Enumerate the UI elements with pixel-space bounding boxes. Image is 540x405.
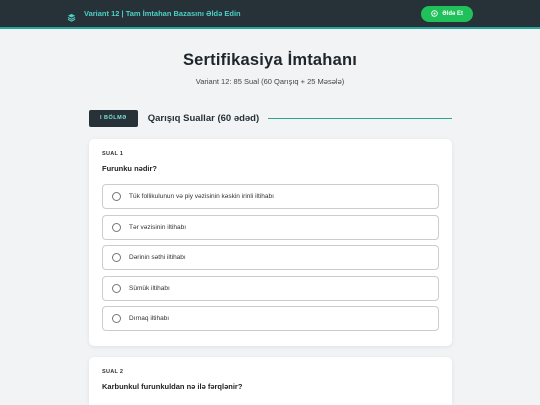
- question-number: SUAL 1: [102, 151, 124, 157]
- page-subtitle: Variant 12: 85 Sual (60 Qarışıq + 25 Məs…: [195, 77, 345, 86]
- question-number: SUAL 2: [102, 369, 124, 375]
- whatsapp-icon: [431, 10, 439, 17]
- get-access-label: Əldə Et: [442, 10, 463, 17]
- radio-button[interactable]: [112, 222, 121, 232]
- section-divider: [268, 117, 452, 119]
- section-title: Qarışıq Suallar (60 ədəd): [147, 112, 260, 124]
- option-label: Dırnaq iltihabı: [129, 315, 170, 322]
- answer-options: Tük follikulunun və piy vəzisinin kəskin…: [102, 184, 439, 331]
- answer-option[interactable]: Tər vəzisinin iltihabı: [102, 214, 439, 240]
- question-text: Furunku nədir?: [102, 164, 157, 173]
- answer-option[interactable]: Dərinin səthi iltihabı: [102, 245, 439, 270]
- answer-option[interactable]: Dırnaq iltihabı: [102, 306, 439, 331]
- option-label: Tər vəzisinin iltihabı: [129, 223, 187, 231]
- radio-button[interactable]: [112, 253, 121, 262]
- question-card: SUAL 1 Furunku nədir? Tük follikulunun v…: [89, 139, 452, 346]
- radio-button[interactable]: [112, 283, 121, 293]
- brand: Variant 12 | Tam İmtahan Bazasını Əldə E…: [67, 9, 241, 22]
- option-label: Tük follikulunun və piy vəzisinin kəskin…: [129, 193, 274, 200]
- banner-title: Variant 12 | Tam İmtahan Bazasını Əldə E…: [84, 9, 241, 18]
- radio-button[interactable]: [112, 314, 121, 323]
- get-access-button[interactable]: Əldə Et: [421, 5, 473, 22]
- option-label: Sümük iltihabı: [129, 284, 170, 292]
- top-banner: Variant 12 | Tam İmtahan Bazasını Əldə E…: [0, 0, 540, 29]
- section-header: I BÖLMƏ Qarışıq Suallar (60 ədəd): [89, 108, 452, 128]
- page-header: Sertifikasiya İmtahanı Variant 12: 85 Su…: [0, 51, 540, 86]
- answer-option[interactable]: Sümük iltihabı: [102, 275, 439, 301]
- radio-button[interactable]: [112, 192, 121, 201]
- question-text: Karbunkul furunkuldan nə ilə fərqlənir?: [102, 382, 243, 391]
- page-title: Sertifikasiya İmtahanı: [182, 51, 358, 69]
- answer-option[interactable]: Tük follikulunun və piy vəzisinin kəskin…: [102, 184, 439, 209]
- question-card: SUAL 2 Karbunkul furunkuldan nə ilə fərq…: [89, 357, 452, 405]
- layers-icon: [67, 9, 76, 22]
- section-tag: I BÖLMƏ: [89, 109, 138, 127]
- option-label: Dərinin səthi iltihabı: [129, 254, 186, 261]
